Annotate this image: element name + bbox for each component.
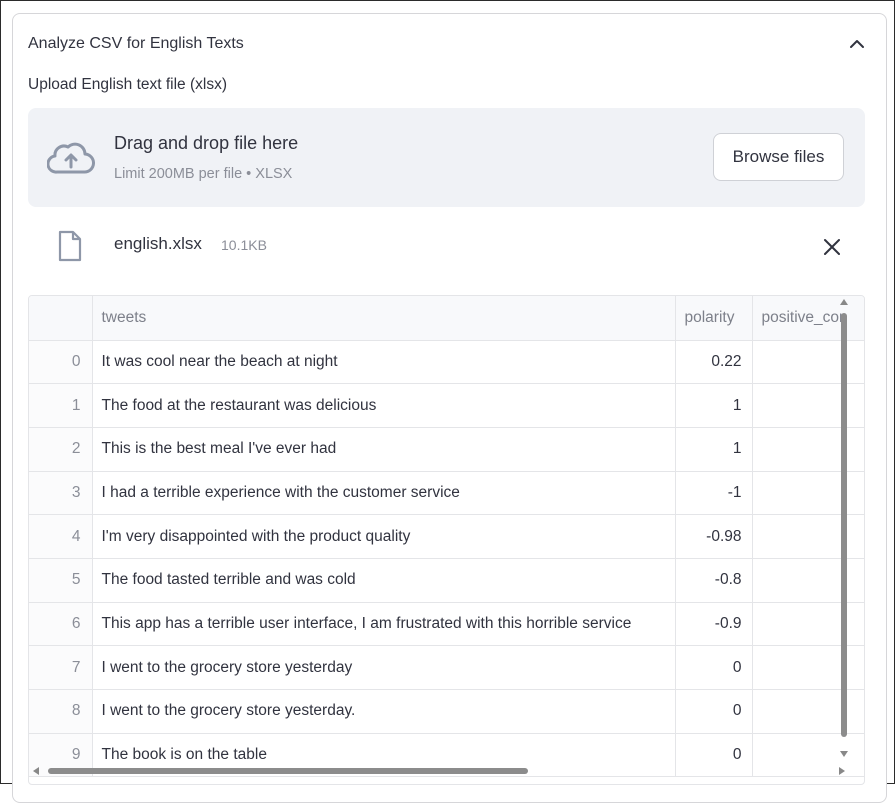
vertical-scroll-thumb[interactable] (841, 313, 847, 737)
tweet-cell[interactable]: This app has a terrible user interface, … (92, 602, 676, 647)
row-index: 0 (29, 340, 93, 385)
tweet-cell[interactable]: This is the best meal I've ever had (92, 427, 676, 472)
positive-cor-cell[interactable] (752, 514, 864, 559)
file-size: 10.1KB (221, 237, 267, 253)
positive-cor-cell[interactable] (752, 427, 864, 472)
row-index: 4 (29, 514, 93, 559)
uploaded-file-row: english.xlsx 10.1KB (28, 224, 865, 270)
tweet-cell[interactable]: I went to the grocery store yesterday. (92, 689, 676, 734)
upload-label: Upload English text file (xlsx) (28, 76, 227, 93)
tweet-cell[interactable]: The food at the restaurant was delicious (92, 383, 676, 428)
row-index: 3 (29, 471, 93, 516)
polarity-cell[interactable]: -0.9 (675, 602, 753, 647)
browse-files-button[interactable]: Browse files (713, 133, 844, 181)
header-row: tweets polarity positive_cor (29, 296, 864, 341)
table-row[interactable]: 7 I went to the grocery store yesterday … (29, 645, 864, 690)
row-index: 2 (29, 427, 93, 472)
expander-title: Analyze CSV for English Texts (28, 35, 244, 52)
scroll-down-arrow-icon[interactable] (840, 751, 848, 757)
horizontal-scrollbar[interactable] (33, 767, 848, 775)
table-row[interactable]: 8 I went to the grocery store yesterday.… (29, 689, 864, 734)
polarity-cell[interactable]: 0 (675, 689, 753, 734)
row-index: 8 (29, 689, 93, 734)
table-row[interactable]: 0 It was cool near the beach at night 0.… (29, 340, 864, 385)
positive-cor-cell[interactable] (752, 689, 864, 734)
close-icon[interactable] (821, 236, 843, 258)
polarity-cell[interactable]: 1 (675, 383, 753, 428)
app-frame: Analyze CSV for English Texts Upload Eng… (0, 0, 895, 803)
positive-cor-cell[interactable] (752, 602, 864, 647)
vertical-scrollbar[interactable] (840, 297, 848, 757)
column-header-positive-cor[interactable]: positive_cor (752, 296, 864, 341)
row-index: 6 (29, 602, 93, 647)
analyze-csv-expander: Analyze CSV for English Texts Upload Eng… (12, 13, 887, 803)
dataframe-grid[interactable]: tweets polarity positive_cor 0 It was co… (28, 295, 865, 785)
column-header-tweets[interactable]: tweets (92, 296, 676, 341)
expander-header[interactable]: Analyze CSV for English Texts (13, 14, 886, 74)
table-row[interactable]: 5 The food tasted terrible and was cold … (29, 558, 864, 603)
table-row[interactable]: 4 I'm very disappointed with the product… (29, 514, 864, 559)
file-name: english.xlsx (114, 234, 202, 253)
positive-cor-cell[interactable] (752, 558, 864, 603)
row-index: 7 (29, 645, 93, 690)
cloud-upload-icon (47, 142, 95, 174)
scroll-left-arrow-icon[interactable] (33, 767, 39, 775)
positive-cor-cell[interactable] (752, 340, 864, 385)
scroll-right-arrow-icon[interactable] (839, 767, 845, 775)
column-header-polarity[interactable]: polarity (675, 296, 753, 341)
tweet-cell[interactable]: I'm very disappointed with the product q… (92, 514, 676, 559)
tweet-cell[interactable]: I went to the grocery store yesterday (92, 645, 676, 690)
file-limit-text: Limit 200MB per file • XLSX (114, 166, 293, 182)
row-index: 5 (29, 558, 93, 603)
positive-cor-cell[interactable] (752, 471, 864, 516)
horizontal-scroll-thumb[interactable] (48, 768, 528, 774)
positive-cor-cell[interactable] (752, 645, 864, 690)
polarity-cell[interactable]: 0 (675, 645, 753, 690)
table-row[interactable]: 6 This app has a terrible user interface… (29, 602, 864, 647)
row-index: 1 (29, 383, 93, 428)
dataframe-table: tweets polarity positive_cor 0 It was co… (29, 296, 864, 778)
tweet-cell[interactable]: I had a terrible experience with the cus… (92, 471, 676, 516)
polarity-cell[interactable]: -0.98 (675, 514, 753, 559)
polarity-cell[interactable]: 1 (675, 427, 753, 472)
tweet-cell[interactable]: It was cool near the beach at night (92, 340, 676, 385)
column-header-index[interactable] (29, 296, 93, 341)
table-row[interactable]: 1 The food at the restaurant was delicio… (29, 383, 864, 428)
drop-instruction: Drag and drop file here (114, 133, 299, 153)
table-row[interactable]: 3 I had a terrible experience with the c… (29, 471, 864, 516)
file-dropzone[interactable]: Drag and drop file here Limit 200MB per … (28, 108, 865, 207)
table-row[interactable]: 2 This is the best meal I've ever had 1 (29, 427, 864, 472)
polarity-cell[interactable]: -0.8 (675, 558, 753, 603)
polarity-cell[interactable]: -1 (675, 471, 753, 516)
tweet-cell[interactable]: The food tasted terrible and was cold (92, 558, 676, 603)
polarity-cell[interactable]: 0.22 (675, 340, 753, 385)
chevron-up-icon[interactable] (848, 35, 866, 53)
scroll-up-arrow-icon[interactable] (840, 299, 848, 305)
positive-cor-cell[interactable] (752, 383, 864, 428)
file-icon (58, 230, 82, 262)
